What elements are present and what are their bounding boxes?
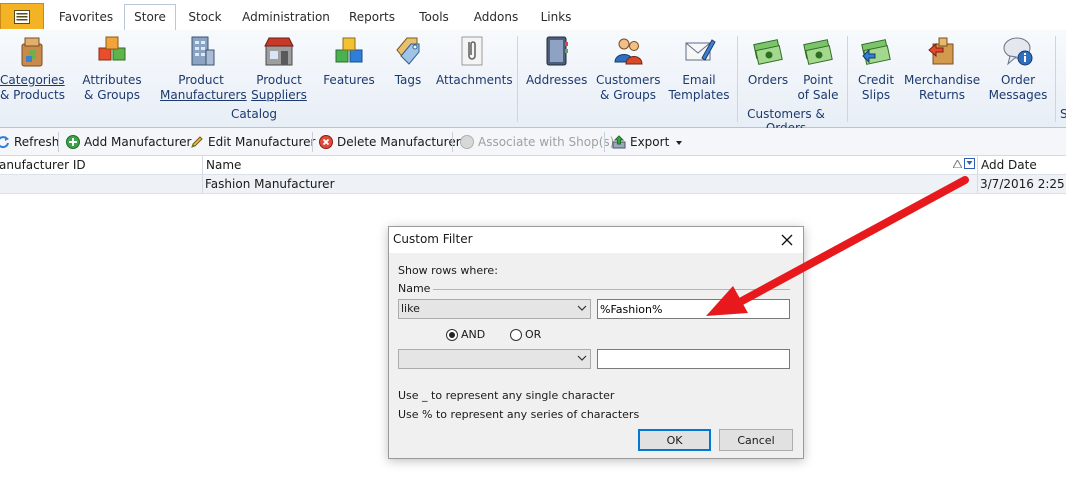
annotation-arrow-shaft [736, 176, 969, 306]
annotation-arrow [706, 176, 969, 316]
